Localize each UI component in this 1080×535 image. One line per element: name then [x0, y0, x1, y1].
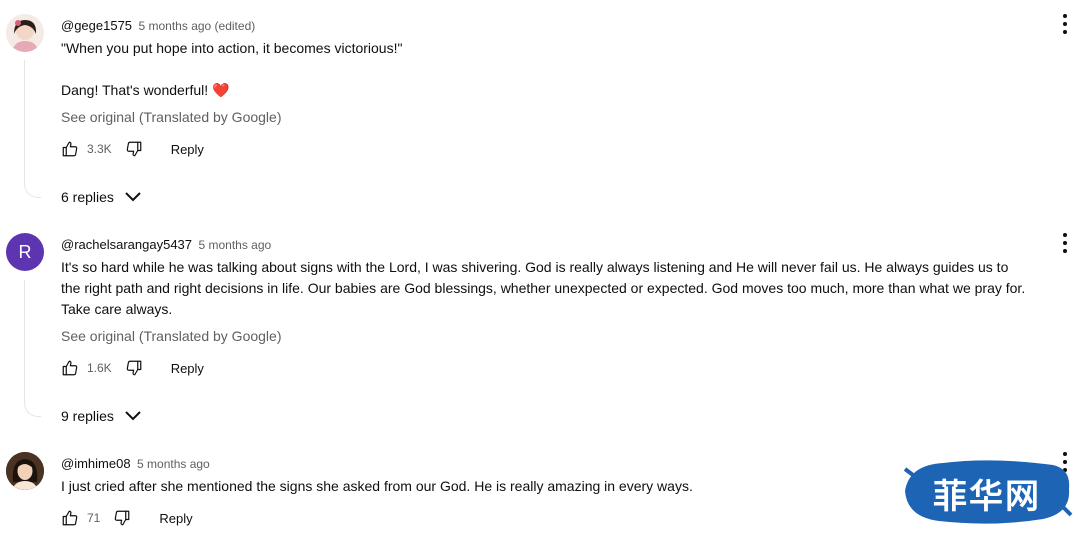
see-original-link[interactable]: See original (Translated by Google)	[61, 109, 282, 125]
see-original-link[interactable]: See original (Translated by Google)	[61, 328, 282, 344]
replies-toggle[interactable]: 9 replies	[61, 408, 142, 424]
like-count: 1.6K	[87, 361, 112, 375]
action-bar: 71 Reply	[61, 506, 193, 530]
thread-line	[24, 60, 41, 198]
avatar[interactable]	[6, 452, 44, 490]
action-bar: 3.3K Reply	[61, 137, 204, 161]
thumb-up-icon[interactable]	[61, 359, 79, 377]
like-count: 3.3K	[87, 142, 112, 156]
author-name[interactable]: @imhime08	[61, 456, 131, 471]
replies-count: 9 replies	[61, 408, 114, 424]
comment-header: @imhime08 5 months ago	[61, 455, 210, 473]
thumb-down-icon[interactable]	[125, 140, 143, 158]
timestamp[interactable]: 5 months ago (edited)	[139, 19, 256, 33]
comment-line: Dang! That's wonderful! ❤️	[61, 82, 230, 98]
thumb-down-icon[interactable]	[125, 359, 143, 377]
author-name[interactable]: @gege1575	[61, 18, 132, 33]
avatar-image	[6, 14, 44, 52]
comment-line: the right path and right decisions in li…	[61, 280, 1026, 296]
replies-count: 6 replies	[61, 189, 114, 205]
thumb-up-icon[interactable]	[61, 140, 79, 158]
thumb-down-icon[interactable]	[113, 509, 131, 527]
comment-line: Take care always.	[61, 301, 173, 317]
avatar[interactable]: R	[6, 233, 44, 271]
thread-line	[24, 280, 41, 417]
chevron-down-icon	[125, 411, 141, 421]
comment-line: "When you put hope into action, it becom…	[61, 40, 403, 56]
comment-line: It's so hard while he was talking about …	[61, 259, 1009, 275]
chevron-down-icon	[125, 192, 141, 202]
reply-button[interactable]: Reply	[171, 361, 204, 376]
more-vert-icon[interactable]	[1059, 233, 1071, 253]
comment-text: It's so hard while he was talking about …	[61, 257, 1080, 320]
timestamp[interactable]: 5 months ago	[198, 238, 271, 252]
like-count: 71	[87, 511, 101, 525]
avatar-letter: R	[18, 241, 32, 262]
comment-header: @gege1575 5 months ago (edited)	[61, 17, 255, 35]
watermark-logo: 菲华网	[903, 455, 1073, 527]
avatar-image	[6, 452, 44, 490]
comment-line	[61, 59, 1080, 80]
reply-button[interactable]: Reply	[171, 142, 204, 157]
replies-toggle[interactable]: 6 replies	[61, 189, 142, 205]
author-name[interactable]: @rachelsarangay5437	[61, 237, 192, 252]
avatar[interactable]	[6, 14, 44, 52]
watermark-text: 菲华网	[933, 477, 1041, 517]
thumb-up-icon[interactable]	[61, 509, 79, 527]
comment-header: @rachelsarangay5437 5 months ago	[61, 236, 271, 254]
action-bar: 1.6K Reply	[61, 356, 204, 380]
reply-button[interactable]: Reply	[159, 511, 192, 526]
timestamp[interactable]: 5 months ago	[137, 457, 210, 471]
comment-text: "When you put hope into action, it becom…	[61, 38, 1080, 101]
more-vert-icon[interactable]	[1059, 14, 1071, 34]
